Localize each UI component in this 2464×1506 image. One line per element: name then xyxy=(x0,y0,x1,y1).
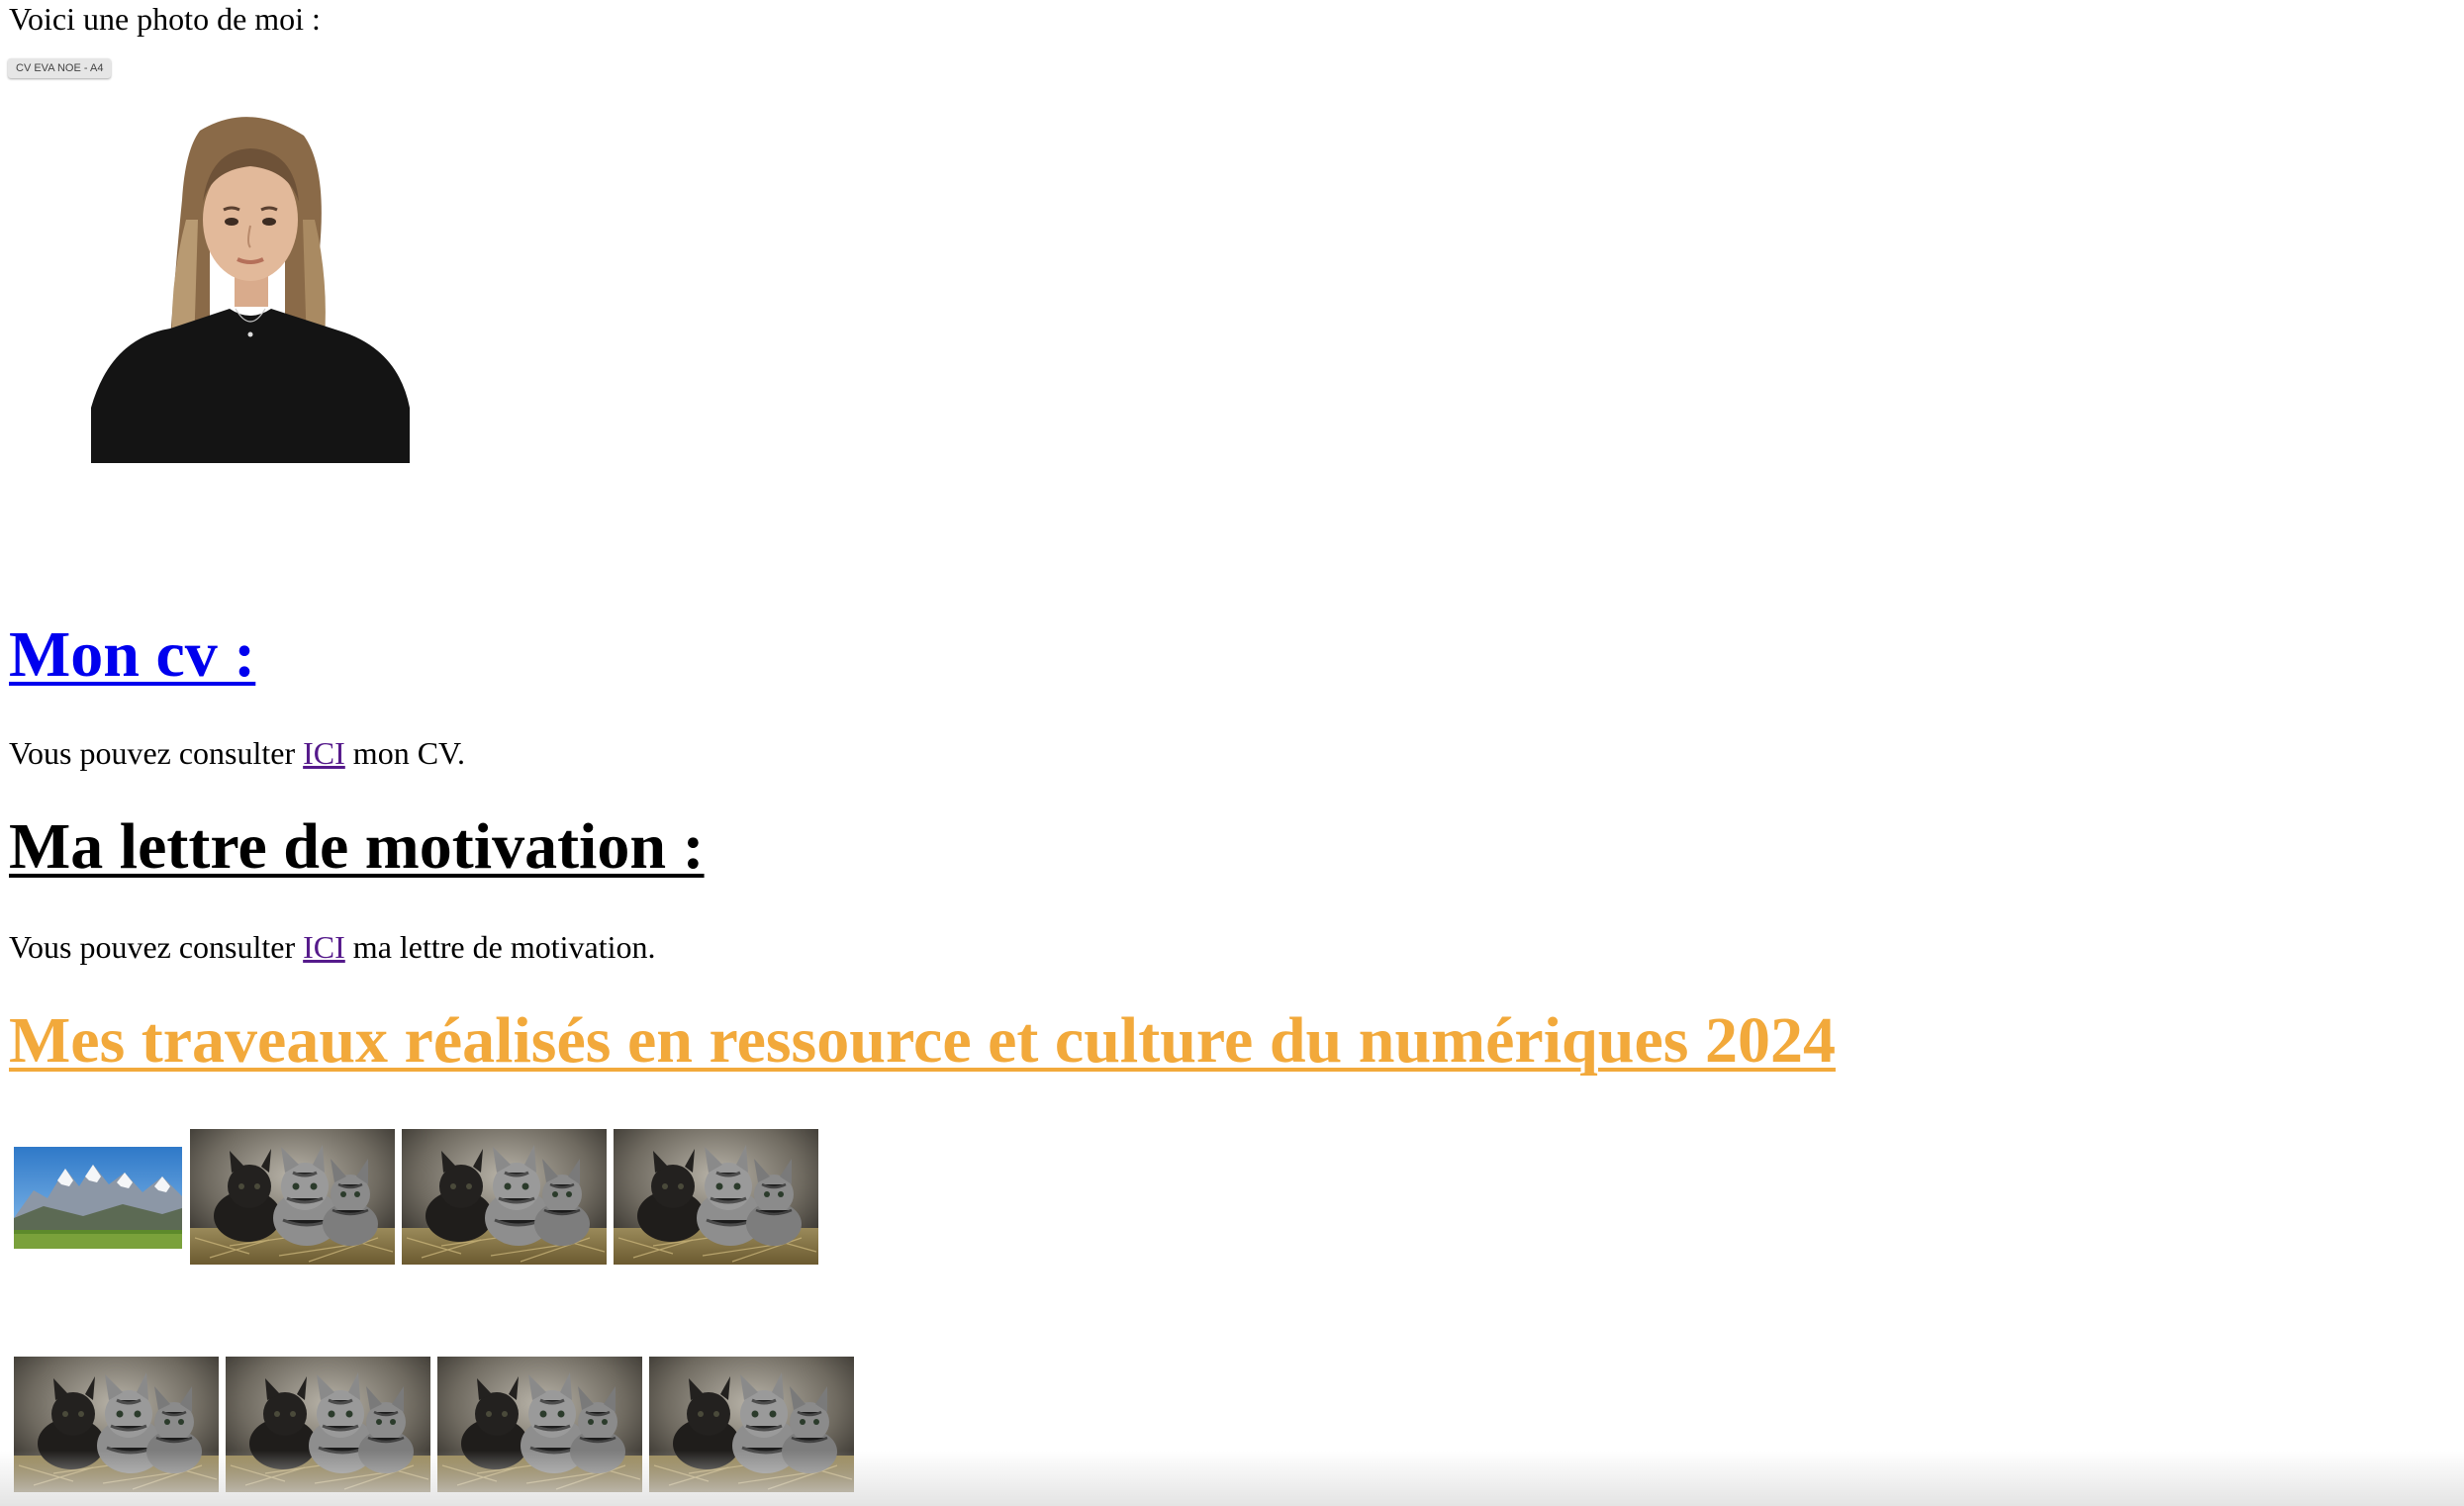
gallery-image-kittens xyxy=(437,1357,642,1492)
cv-text-before: Vous pouvez consulter xyxy=(9,735,304,771)
intro-text: Voici une photo de moi : xyxy=(9,1,321,37)
cv-paragraph: Vous pouvez consulter ICI mon CV. xyxy=(9,734,465,772)
gallery-image-kittens xyxy=(226,1357,430,1492)
gallery-image-kittens xyxy=(649,1357,854,1492)
gallery-image-kittens xyxy=(402,1129,607,1265)
lettre-heading: Ma lettre de motivation : xyxy=(9,810,705,883)
gallery-image-kittens xyxy=(14,1357,219,1492)
profile-photo xyxy=(91,111,410,463)
cv-heading-link[interactable]: Mon cv : xyxy=(9,617,255,693)
lettre-ici-link[interactable]: ICI xyxy=(303,929,345,965)
lettre-paragraph: Vous pouvez consulter ICI ma lettre de m… xyxy=(9,928,655,966)
gallery-image-kittens xyxy=(190,1129,395,1265)
cv-text-after: mon CV. xyxy=(344,735,466,771)
gallery-image-mountain xyxy=(14,1147,182,1249)
cv-ici-link[interactable]: ICI xyxy=(303,735,345,771)
lettre-text-after: ma lettre de motivation. xyxy=(344,929,656,965)
cv-file-chip[interactable]: CV EVA NOE - A4 xyxy=(8,58,112,78)
travaux-heading-link[interactable]: Mes traveaux réalisés en ressource et cu… xyxy=(9,1003,1836,1079)
gallery-image-kittens xyxy=(614,1129,818,1265)
lettre-text-before: Vous pouvez consulter xyxy=(9,929,304,965)
